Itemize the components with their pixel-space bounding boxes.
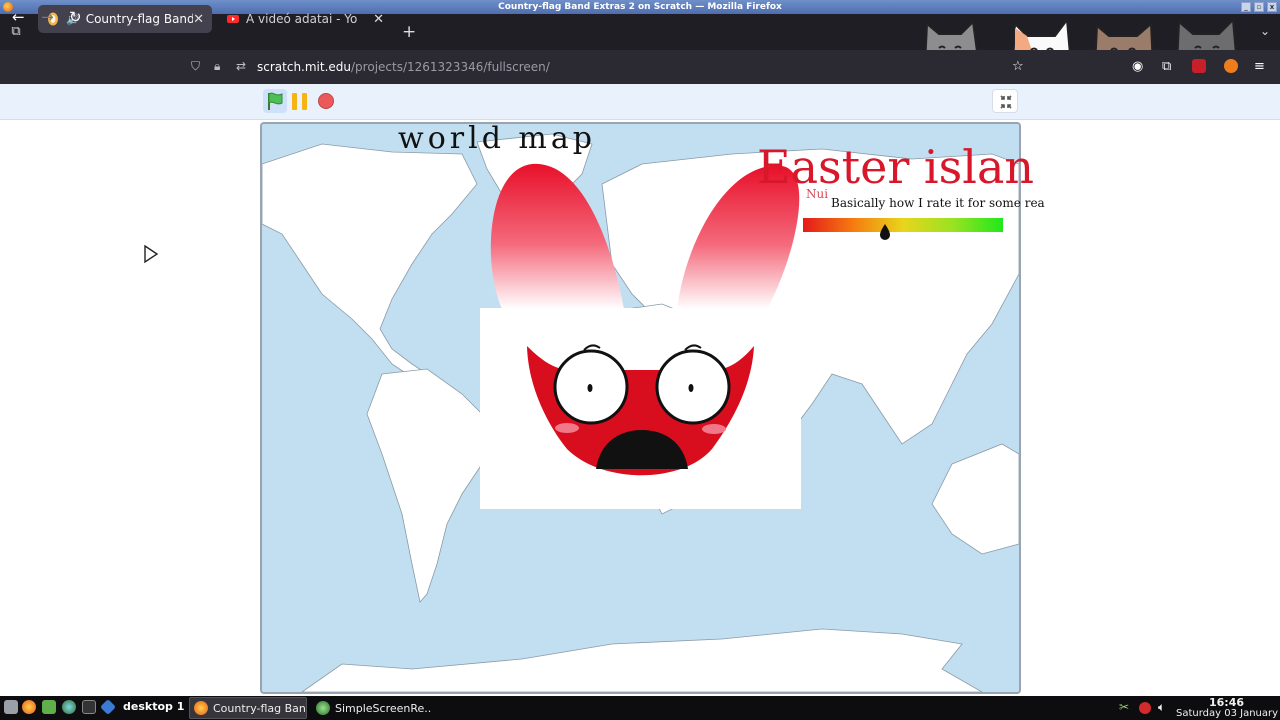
- close-window-button[interactable]: x: [1267, 2, 1277, 12]
- clock-date[interactable]: Saturday 03 January: [1176, 708, 1278, 719]
- account-icon[interactable]: ◉: [1132, 59, 1143, 74]
- chrome-launcher-icon[interactable]: [62, 700, 76, 714]
- network-icon[interactable]: ✂: [1119, 700, 1129, 714]
- stage-title-text: world map: [398, 121, 596, 156]
- extension-orange-icon[interactable]: [1224, 59, 1238, 73]
- terminal-launcher-icon[interactable]: [82, 700, 96, 714]
- extensions-icon[interactable]: ⧉: [1162, 59, 1171, 74]
- exit-fullscreen-icon: [1000, 95, 1012, 109]
- back-icon[interactable]: ←: [12, 8, 25, 26]
- new-tab-icon[interactable]: +: [402, 22, 416, 42]
- stop-button[interactable]: [318, 93, 334, 109]
- app-launcher-icon[interactable]: [100, 699, 116, 715]
- green-flag-icon: [268, 92, 283, 110]
- tab-list-icon[interactable]: ⧉: [6, 24, 26, 42]
- recorder-icon: [316, 701, 330, 715]
- tab-title: Country-flag Band Extras 2 on Scratch: [85, 12, 194, 26]
- tab-scratch[interactable]: 🔊 Country-flag Band Extras 2 on Scratch …: [38, 5, 212, 33]
- left-cheek: [555, 423, 579, 433]
- minimize-button[interactable]: _: [1241, 2, 1251, 12]
- mouse-pointer-icon: [144, 244, 159, 264]
- url-field[interactable]: scratch.mit.edu/projects/1261323346/full…: [257, 60, 550, 74]
- right-cheek: [702, 424, 726, 434]
- rating-caption-text: Basically how I rate it for some rea: [831, 196, 1045, 210]
- window-title: Country-flag Band Extras 2 on Scratch — …: [498, 2, 782, 12]
- permissions-icon[interactable]: ⇄: [236, 59, 246, 73]
- green-flag-button[interactable]: [263, 89, 287, 113]
- maximize-button[interactable]: ▫: [1254, 2, 1264, 12]
- close-tab-icon[interactable]: ✕: [193, 12, 204, 27]
- url-path: /projects/1261323346/fullscreen/: [351, 60, 550, 74]
- task-screen-recorder[interactable]: SimpleScreenRe...: [312, 697, 432, 719]
- record-icon[interactable]: [1139, 702, 1151, 714]
- screen: { "window": { "title": "Country-flag Ban…: [0, 0, 1280, 720]
- tab-title: A videó adatai - YouTube Studio: [246, 12, 358, 26]
- close-tab-icon[interactable]: ✕: [373, 12, 384, 27]
- lock-icon[interactable]: 🔒︎: [214, 59, 220, 74]
- volume-icon[interactable]: 🔈︎: [1158, 700, 1165, 715]
- scratch-controls-bar: [0, 84, 1280, 120]
- show-desktop-icon[interactable]: [4, 700, 18, 714]
- youtube-favicon-icon: [227, 15, 239, 23]
- firefox-launcher-icon[interactable]: [22, 700, 36, 714]
- firefox-icon: [194, 701, 208, 715]
- window-controls: _ ▫ x: [1241, 2, 1277, 12]
- task-label: SimpleScreenRe...: [335, 701, 432, 715]
- rating-bar: [803, 218, 1003, 232]
- task-firefox[interactable]: Country-flag Ban...: [189, 697, 307, 719]
- right-pupil: [688, 384, 694, 392]
- pause-button[interactable]: [291, 93, 309, 110]
- country-subtitle-text: Nui: [806, 187, 829, 201]
- workspace-label[interactable]: desktop 1: [123, 700, 184, 713]
- taskbar: desktop 1 Country-flag Ban... SimpleScre…: [0, 696, 1280, 720]
- reload-icon[interactable]: ↻: [69, 8, 82, 26]
- exit-fullscreen-button[interactable]: [992, 89, 1018, 113]
- left-pupil: [587, 384, 593, 392]
- url-host: scratch.mit.edu: [257, 60, 352, 74]
- tab-youtube[interactable]: A videó adatai - YouTube Studio ✕: [218, 5, 392, 33]
- country-name-text: Easter islan: [757, 140, 1035, 194]
- menu-icon[interactable]: ≡: [1254, 59, 1265, 74]
- chevron-down-icon[interactable]: ⌄: [1260, 24, 1270, 38]
- forward-icon[interactable]: →: [41, 8, 54, 26]
- editor-launcher-icon[interactable]: [42, 700, 56, 714]
- task-label: Country-flag Ban...: [213, 701, 307, 715]
- extension-red-icon[interactable]: [1192, 59, 1206, 73]
- shield-icon[interactable]: ⛉: [191, 59, 200, 74]
- bookmark-star-icon[interactable]: ☆: [1012, 59, 1024, 74]
